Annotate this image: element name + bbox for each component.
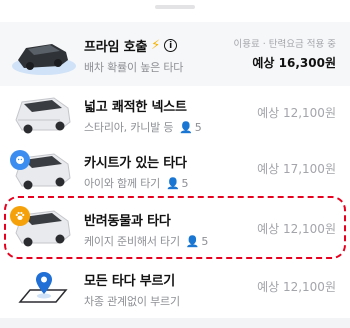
option-price: 예상 12,100원 xyxy=(257,106,336,120)
person-icon: 👤 xyxy=(185,234,200,248)
ride-option-carseat[interactable]: 카시트가 있는 타다 아이와 함께 타기 👤 5 예상 17,100원 xyxy=(0,142,350,198)
ride-option-next[interactable]: 넓고 쾌적한 넥스트 스타리아, 카니발 등 👤 5 예상 12,100원 xyxy=(0,86,350,142)
ride-option-prime[interactable]: 프라임 호출 ⚡ i 배차 확률이 높은 타다 이용료 · 탄력요금 적용 중 … xyxy=(0,22,350,86)
sheet-drag-handle[interactable] xyxy=(155,5,195,9)
option-price: 예상 16,300원 xyxy=(252,56,336,70)
option-subtitle: 배차 확률이 높은 타다 xyxy=(84,61,184,74)
option-price: 예상 12,100원 xyxy=(257,280,336,294)
ride-option-pet[interactable]: 반려동물과 타다 케이지 준비해서 타기 👤 5 예상 12,100원 xyxy=(0,198,350,256)
car-thumbnail xyxy=(8,30,78,80)
person-icon: 👤 xyxy=(166,176,180,190)
option-price: 예상 12,100원 xyxy=(257,222,336,236)
option-title: 프라임 호출 xyxy=(84,40,148,55)
bottom-bar xyxy=(0,318,350,328)
lightning-icon: ⚡ xyxy=(151,38,161,53)
option-subtitle: 케이지 준비해서 타기 xyxy=(84,235,180,248)
surcharge-note: 이용료 · 탄력요금 적용 중 xyxy=(233,39,337,50)
option-subtitle: 스타리아, 카니발 등 xyxy=(84,121,174,134)
option-price: 예상 17,100원 xyxy=(257,162,336,176)
option-subtitle: 차종 관계없이 부르기 xyxy=(84,295,180,308)
option-title: 카시트가 있는 타다 xyxy=(84,156,187,171)
info-icon[interactable]: i xyxy=(164,39,178,52)
seat-count: 5 xyxy=(201,234,209,248)
ride-option-all[interactable]: 모든 타다 부르기 차종 관계없이 부르기 예상 12,100원 xyxy=(0,258,350,316)
baby-icon xyxy=(10,150,30,170)
paw-icon xyxy=(10,206,30,226)
seat-count: 5 xyxy=(194,120,202,134)
person-icon: 👤 xyxy=(179,120,193,134)
option-title: 넓고 쾌적한 넥스트 xyxy=(84,100,187,115)
map-pin-icon xyxy=(8,262,78,312)
van-thumbnail xyxy=(8,90,78,140)
option-subtitle: 아이와 함께 타기 xyxy=(84,177,161,190)
seat-count: 5 xyxy=(181,176,189,190)
option-title: 반려동물과 타다 xyxy=(84,214,171,229)
option-title: 모든 타다 부르기 xyxy=(84,274,175,289)
